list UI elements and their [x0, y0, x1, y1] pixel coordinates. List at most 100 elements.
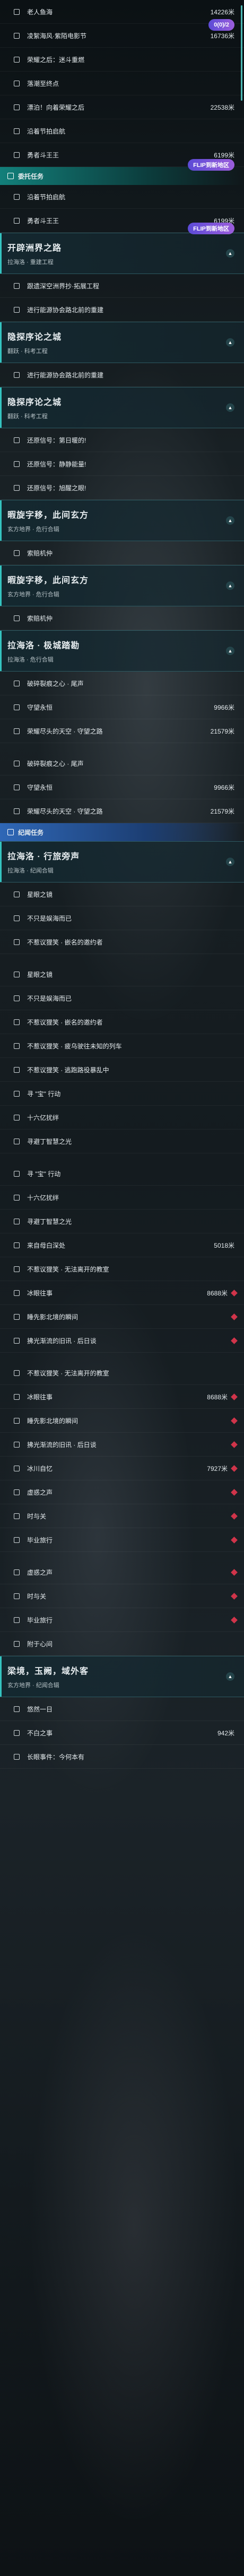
- task-checkbox-icon[interactable]: [14, 152, 20, 158]
- task-row[interactable]: 寻避丁智慧之光: [0, 1210, 244, 1233]
- task-checkbox-icon[interactable]: [14, 760, 20, 766]
- task-checkbox-icon[interactable]: [14, 1019, 20, 1025]
- section-header[interactable]: 纪闻任务: [0, 823, 244, 841]
- quest-group-header[interactable]: 隐探序论之城 翻跃 · 科考工程 ▲: [0, 387, 244, 428]
- task-row[interactable]: 守望永恒 9966米: [0, 775, 244, 799]
- task-checkbox-icon[interactable]: [14, 939, 20, 945]
- task-row[interactable]: 不惹议狸笑 · 疲乌驶往未知的列车: [0, 1034, 244, 1058]
- task-checkbox-icon[interactable]: [14, 1489, 20, 1495]
- task-checkbox-icon[interactable]: [14, 56, 20, 63]
- collapse-chevron-icon[interactable]: ▲: [226, 1672, 234, 1681]
- task-row[interactable]: 冰川自忆 7927米: [0, 1457, 244, 1480]
- task-row[interactable]: 跟遗深空洲界抄·拓展工程: [0, 274, 244, 298]
- task-checkbox-icon[interactable]: [14, 971, 20, 977]
- task-checkbox-icon[interactable]: [14, 728, 20, 734]
- task-row[interactable]: 附于心间: [0, 1632, 244, 1656]
- task-row[interactable]: 守望永恒 9966米: [0, 695, 244, 719]
- task-checkbox-icon[interactable]: [14, 704, 20, 710]
- task-checkbox-icon[interactable]: [14, 1313, 20, 1320]
- task-checkbox-icon[interactable]: [14, 1441, 20, 1448]
- task-checkbox-icon[interactable]: [14, 1114, 20, 1121]
- task-checkbox-icon[interactable]: [14, 550, 20, 556]
- task-checkbox-icon[interactable]: [14, 1218, 20, 1224]
- task-row[interactable]: 索赔机仲: [0, 541, 244, 565]
- task-checkbox-icon[interactable]: [14, 1465, 20, 1471]
- task-row[interactable]: 老人鱼海 14226米: [0, 0, 244, 24]
- task-checkbox-icon[interactable]: [14, 1537, 20, 1543]
- task-row[interactable]: 还原信号：第日暖的!: [0, 428, 244, 452]
- collapse-chevron-icon[interactable]: ▲: [226, 581, 234, 590]
- task-row[interactable]: 虚惑之声: [0, 1480, 244, 1504]
- collapse-chevron-icon[interactable]: ▲: [226, 647, 234, 655]
- task-checkbox-icon[interactable]: [14, 484, 20, 491]
- task-row[interactable]: 荣耀尽头的天空 · 守望之路 21579米: [0, 799, 244, 823]
- task-row[interactable]: 不只是娱海而已: [0, 906, 244, 930]
- collapse-chevron-icon[interactable]: ▲: [226, 403, 234, 412]
- scrollbar[interactable]: [241, 5, 242, 101]
- task-checkbox-icon[interactable]: [14, 217, 20, 224]
- task-checkbox-icon[interactable]: [14, 128, 20, 134]
- task-row[interactable]: 睡先影北境的瞬间: [0, 1305, 244, 1329]
- task-checkbox-icon[interactable]: [14, 915, 20, 921]
- task-checkbox-icon[interactable]: [14, 1730, 20, 1736]
- task-row[interactable]: 毕业旅行: [0, 1528, 244, 1552]
- task-row[interactable]: 时与关: [0, 1504, 244, 1528]
- task-checkbox-icon[interactable]: [14, 808, 20, 814]
- task-row[interactable]: 悠然一日: [0, 1697, 244, 1721]
- quest-group-header[interactable]: 拉海洛 · 极城踏勘 拉海洛 · 危行合辑 ▲: [0, 630, 244, 672]
- task-checkbox-icon[interactable]: [14, 306, 20, 313]
- task-checkbox-icon[interactable]: [14, 680, 20, 686]
- task-row[interactable]: 拂光渐流的旧讯 · 后日谈: [0, 1329, 244, 1353]
- task-checkbox-icon[interactable]: [14, 1417, 20, 1424]
- collapse-chevron-icon[interactable]: ▲: [226, 516, 234, 525]
- task-row[interactable]: 索赔机仲: [0, 606, 244, 630]
- task-checkbox-icon[interactable]: [14, 437, 20, 443]
- task-row[interactable]: 虚惑之声: [0, 1560, 244, 1584]
- task-checkbox-icon[interactable]: [14, 1194, 20, 1201]
- task-row[interactable]: 还原信号：静静能量!: [0, 452, 244, 476]
- task-row[interactable]: 破碎裂痕之心 · 尾声: [0, 672, 244, 695]
- task-row[interactable]: 进行能源协会路北前的重建: [0, 363, 244, 387]
- quest-group-header[interactable]: 暇旋字移，此间玄方 玄方地界 · 危行合辑 ▲: [0, 565, 244, 606]
- task-row[interactable]: 进行能源协会路北前的重建: [0, 298, 244, 322]
- task-checkbox-icon[interactable]: [14, 1290, 20, 1296]
- task-row[interactable]: 冰眼往事 8688米: [0, 1385, 244, 1409]
- collapse-chevron-icon[interactable]: ▲: [226, 858, 234, 866]
- task-checkbox-icon[interactable]: [14, 1242, 20, 1248]
- task-checkbox-icon[interactable]: [14, 1266, 20, 1272]
- task-checkbox-icon[interactable]: [14, 615, 20, 621]
- task-row[interactable]: 长眼事件：今何本有: [0, 1745, 244, 1769]
- task-row[interactable]: 毕业旅行: [0, 1608, 244, 1632]
- task-checkbox-icon[interactable]: [14, 1593, 20, 1599]
- task-row[interactable]: 十六亿扰绊: [0, 1106, 244, 1130]
- task-row[interactable]: 不只是娱海而已: [0, 986, 244, 1010]
- task-checkbox-icon[interactable]: [14, 193, 20, 200]
- event-banner-low[interactable]: FLIP到新地区: [188, 223, 234, 234]
- quest-group-header[interactable]: 梁境，玉阙，域外客 玄方地界 · 纪闻合辑 ▲: [0, 1656, 244, 1697]
- task-checkbox-icon[interactable]: [14, 104, 20, 110]
- task-checkbox-icon[interactable]: [14, 1706, 20, 1712]
- task-row[interactable]: 时与关: [0, 1584, 244, 1608]
- task-checkbox-icon[interactable]: [14, 1090, 20, 1097]
- task-checkbox-icon[interactable]: [14, 461, 20, 467]
- task-checkbox-icon[interactable]: [14, 891, 20, 897]
- task-row[interactable]: 沿着节拍启航: [0, 119, 244, 143]
- task-row[interactable]: 凌絮海风·紫陌电影节 16736米: [0, 24, 244, 48]
- task-checkbox-icon[interactable]: [14, 283, 20, 289]
- event-banner-top[interactable]: 0(0)/2: [208, 19, 234, 31]
- task-row[interactable]: 漂泊！向着荣耀之后 22538米: [0, 95, 244, 119]
- task-row[interactable]: 十六亿扰绊: [0, 1186, 244, 1210]
- quest-group-header[interactable]: 隐探序论之城 翻跃 · 科考工程 ▲: [0, 322, 244, 363]
- quest-group-header[interactable]: 开辟洲界之路 拉海洛 · 重建工程 ▲: [0, 233, 244, 274]
- task-checkbox-icon[interactable]: [14, 1753, 20, 1760]
- task-row[interactable]: 荣耀尽头的天空 · 守望之路 21579米: [0, 719, 244, 743]
- task-row[interactable]: 沿着节拍启航: [0, 185, 244, 209]
- task-row[interactable]: 星眼之镜: [0, 963, 244, 986]
- quest-group-header[interactable]: 拉海洛 · 行旅旁声 拉海洛 · 纪闻合辑 ▲: [0, 841, 244, 883]
- task-row[interactable]: 破碎裂痕之心 · 尾声: [0, 752, 244, 775]
- task-row[interactable]: 寻 "宝" 行动: [0, 1082, 244, 1106]
- task-checkbox-icon[interactable]: [14, 1569, 20, 1575]
- task-checkbox-icon[interactable]: [14, 372, 20, 378]
- task-row[interactable]: 不惹议狸笑 · 无法离开的教室: [0, 1257, 244, 1281]
- task-row[interactable]: 不惹议狸笑 · 无法离开的教室: [0, 1361, 244, 1385]
